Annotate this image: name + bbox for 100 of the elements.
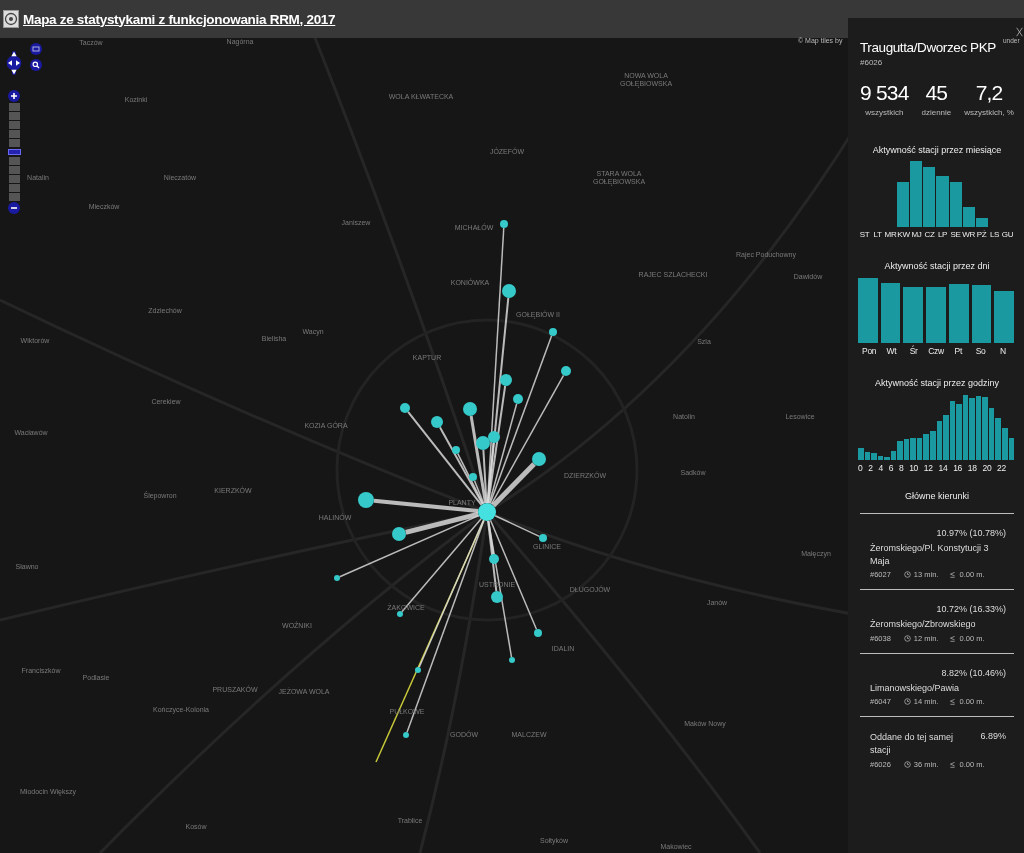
axis-label: Wt — [885, 346, 898, 356]
destination-name: Oddane do tej samej stacji — [870, 731, 955, 757]
zoom-slider-step[interactable] — [8, 157, 20, 165]
axis-label: MR — [884, 230, 897, 239]
station-marker[interactable] — [561, 366, 571, 376]
station-id: #6026 — [860, 58, 884, 67]
logo-icon — [3, 10, 19, 28]
distance-icon — [949, 760, 957, 768]
chart-bar — [948, 284, 969, 343]
axis-label: 18 — [967, 463, 977, 473]
clock-icon — [903, 760, 911, 768]
station-marker[interactable] — [469, 473, 477, 481]
share-value: 6.89% — [980, 731, 1006, 742]
zoom-slider-step[interactable] — [8, 112, 20, 120]
station-marker[interactable] — [500, 220, 508, 228]
station-marker[interactable] — [403, 732, 409, 738]
chart-bar — [858, 278, 878, 343]
distance-icon — [949, 698, 957, 706]
chart-bar — [903, 287, 924, 343]
station-marker[interactable] — [358, 492, 374, 508]
zoom-slider-step[interactable] — [8, 121, 20, 129]
close-icon[interactable] — [1016, 26, 1023, 38]
zoom-out-icon[interactable] — [8, 202, 20, 214]
stat-value: 7,2 — [975, 81, 1003, 105]
zoom-slider-step[interactable] — [8, 193, 20, 201]
axis-label: 8 — [898, 463, 904, 473]
selected-station-marker[interactable] — [478, 503, 496, 521]
destination-name: Żeromskiego/Pl. Konstytucji 3 Maja — [870, 542, 990, 568]
zoom-slider-step[interactable] — [8, 175, 20, 183]
share-value: 10.97% (10.78%) — [936, 528, 1006, 538]
zoom-slider-step[interactable] — [8, 139, 20, 147]
stat-label: wszystkich — [865, 108, 904, 117]
axis-label: 4 — [878, 463, 883, 473]
axis-label: 6 — [888, 463, 894, 473]
axis-label: Czw — [927, 346, 945, 356]
stat-value: 45 — [925, 81, 948, 105]
station-marker[interactable] — [476, 436, 490, 450]
stat-label: dziennie — [921, 108, 952, 117]
axis-label: GU — [1001, 230, 1014, 239]
station-marker[interactable] — [334, 575, 340, 581]
zoom-slider-thumb[interactable] — [7, 149, 21, 155]
station-marker[interactable] — [534, 629, 542, 637]
station-name: Traugutta/Dworzec PKP — [860, 40, 996, 55]
station-marker[interactable] — [488, 431, 500, 443]
axis-label: 0 — [858, 463, 863, 473]
axis-label: So — [974, 346, 987, 356]
station-marker[interactable] — [539, 534, 547, 542]
axis-label: LP — [936, 230, 949, 239]
zoom-slider-step[interactable] — [8, 103, 20, 111]
chart-bar — [880, 283, 901, 343]
axis-label: 10 — [909, 463, 919, 473]
station-marker[interactable] — [491, 591, 503, 603]
axis-label: Pt — [953, 346, 964, 356]
station-marker[interactable] — [431, 416, 443, 428]
axis-label: 22 — [997, 463, 1006, 473]
zoom-slider-step[interactable] — [8, 166, 20, 174]
station-marker[interactable] — [452, 446, 460, 454]
axis-label: N — [998, 346, 1007, 356]
zoom-slider-step[interactable] — [8, 184, 20, 192]
station-marker[interactable] — [397, 611, 403, 617]
axis-label: SE — [949, 230, 962, 239]
axis-label: KW — [897, 230, 910, 239]
distance-icon — [949, 634, 957, 642]
station-marker[interactable] — [509, 657, 515, 663]
axis-label: 20 — [982, 463, 992, 473]
share-value: 10.72% (16.33%) — [936, 604, 1006, 615]
section-title: Główne kierunki — [860, 491, 1014, 514]
stat-label: wszystkich, % — [964, 108, 1014, 117]
zoom-in-icon[interactable] — [8, 90, 20, 102]
zoom-slider-step[interactable] — [8, 130, 20, 138]
share-value: 8.82% (10.46%) — [941, 667, 1006, 678]
zoom-slider[interactable] — [8, 102, 20, 202]
chart-title: Aktywność stacji przez godziny — [873, 378, 1001, 388]
destination-name: Żeromskiego/Zbrowskiego — [870, 618, 977, 631]
chart-bar — [936, 176, 949, 227]
station-marker[interactable] — [463, 402, 477, 416]
layers-icon[interactable] — [30, 43, 42, 55]
station-marker[interactable] — [400, 403, 410, 413]
page-title-link[interactable]: Mapa ze statystykami z funkcjonowania RRM, 2017 — [23, 11, 336, 27]
axis-label: Pon — [861, 346, 878, 356]
axis-label: 12 — [923, 463, 933, 473]
axis-label: 16 — [953, 463, 962, 473]
station-marker[interactable] — [500, 374, 512, 386]
station-marker[interactable] — [489, 554, 499, 564]
axis-label: 2 — [868, 463, 873, 473]
station-marker[interactable] — [502, 284, 516, 298]
station-marker[interactable] — [532, 452, 546, 466]
station-marker[interactable] — [415, 667, 421, 673]
chart-bar — [994, 291, 1015, 343]
axis-label: Śr — [908, 346, 919, 356]
chart-title: Aktywność stacji przez miesiące — [871, 145, 1003, 155]
destination-name: Limanowskiego/Pawia — [870, 681, 961, 695]
station-marker[interactable] — [392, 527, 406, 541]
axis-label: LT — [872, 230, 883, 239]
axis-label: LS — [988, 230, 1001, 239]
search-icon[interactable] — [30, 59, 42, 71]
station-marker[interactable] — [549, 328, 557, 336]
chart-bar — [971, 285, 992, 343]
chart-bar — [926, 287, 946, 343]
station-marker[interactable] — [513, 394, 523, 404]
